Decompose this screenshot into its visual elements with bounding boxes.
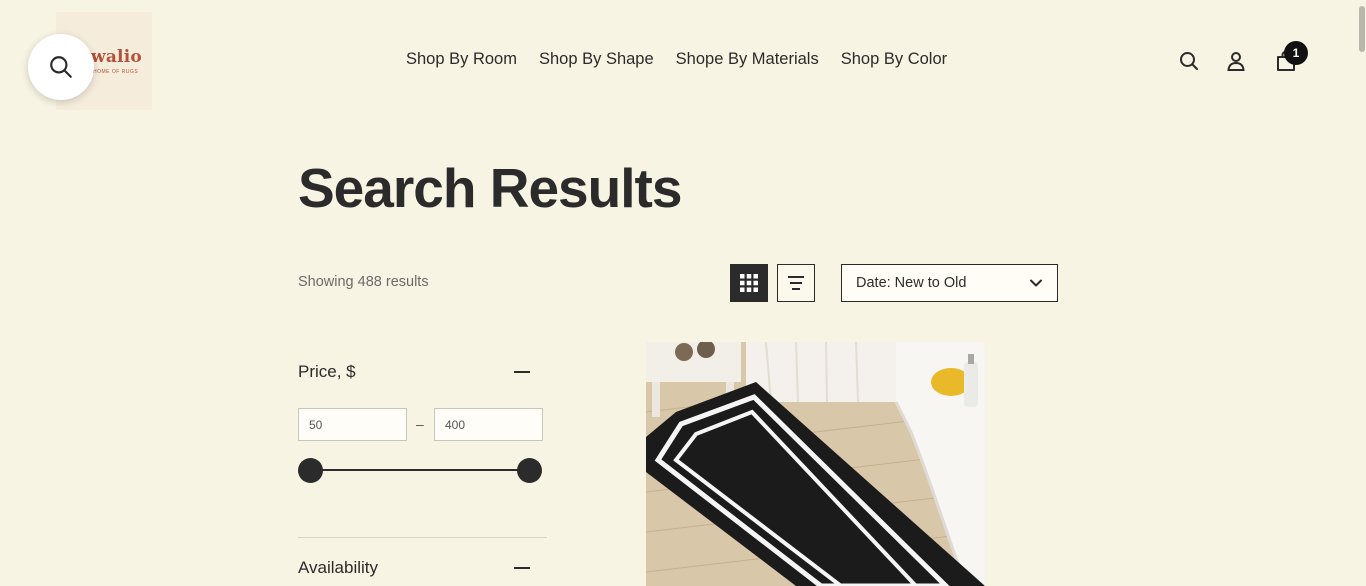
scrollbar[interactable] xyxy=(1359,6,1365,52)
main-nav: Shop By Room Shop By Shape Shope By Mate… xyxy=(406,50,947,69)
price-filter-label: Price, $ xyxy=(298,362,356,381)
price-slider-min-handle[interactable] xyxy=(298,458,323,483)
sort-dropdown[interactable]: Date: New to Old xyxy=(841,264,1058,302)
filter-divider xyxy=(298,537,547,538)
cart-count-badge: 1 xyxy=(1284,41,1308,65)
availability-filter-label: Availability xyxy=(298,558,379,577)
price-min-input[interactable] xyxy=(298,408,407,441)
list-view-button[interactable] xyxy=(777,264,815,302)
floating-search-button[interactable] xyxy=(28,34,94,100)
search-icon xyxy=(50,56,72,78)
brand-tagline: HOME OF RUGS xyxy=(93,69,139,75)
page-title: Search Results xyxy=(298,157,682,219)
product-image[interactable] xyxy=(646,342,985,586)
collapse-icon[interactable] xyxy=(514,567,530,569)
price-max-input[interactable] xyxy=(434,408,543,441)
search-icon[interactable] xyxy=(1177,49,1201,73)
filter-lines-icon xyxy=(788,276,804,290)
brand-logo[interactable]: walio xyxy=(91,48,142,66)
range-dash: – xyxy=(416,416,424,432)
product-card[interactable] xyxy=(646,342,985,586)
nav-shop-by-materials[interactable]: Shope By Materials xyxy=(676,50,819,69)
availability-filter-header[interactable]: Availability xyxy=(298,558,530,578)
price-filter-header[interactable]: Price, $ xyxy=(298,362,530,382)
collapse-icon[interactable] xyxy=(514,371,530,373)
grid-view-button[interactable] xyxy=(730,264,768,302)
price-slider-max-handle[interactable] xyxy=(517,458,542,483)
price-slider-track[interactable] xyxy=(310,469,530,471)
nav-shop-by-shape[interactable]: Shop By Shape xyxy=(539,50,654,69)
results-count: Showing 488 results xyxy=(298,274,429,290)
sort-selected-value: Date: New to Old xyxy=(856,275,967,291)
account-icon[interactable] xyxy=(1224,49,1248,73)
nav-shop-by-room[interactable]: Shop By Room xyxy=(406,50,517,69)
nav-shop-by-color[interactable]: Shop By Color xyxy=(841,50,947,69)
grid-icon xyxy=(740,274,758,292)
chevron-down-icon xyxy=(1030,279,1042,287)
